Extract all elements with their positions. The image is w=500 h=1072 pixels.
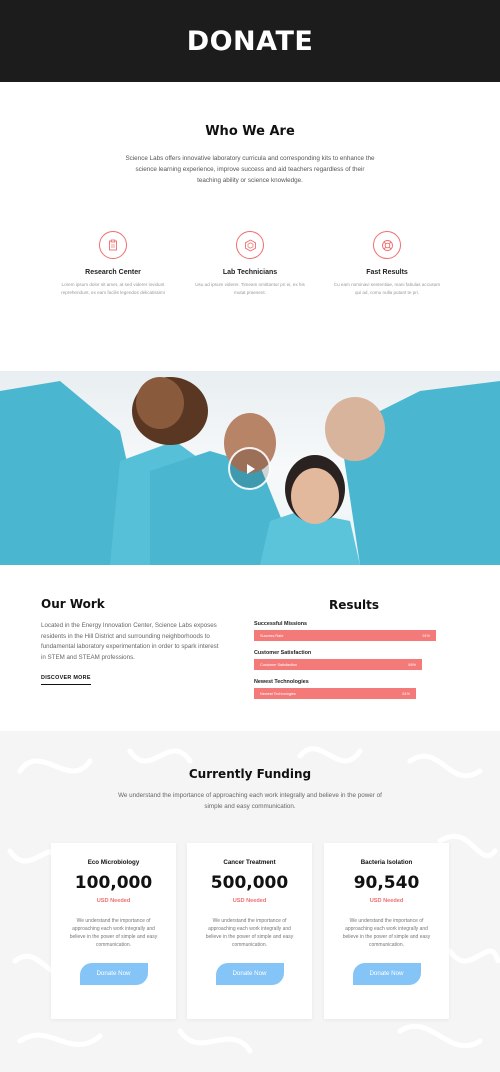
progress-bar-customer-satisfaction: Customer Satisfaction 84% <box>254 659 422 670</box>
currently-funding-heading: Currently Funding <box>188 767 312 781</box>
page-title: DONATE <box>186 25 314 57</box>
funding-card-bacteria-isolation: Bacteria Isolation 90,540 USD Needed We … <box>324 843 449 1019</box>
play-button[interactable] <box>228 447 271 490</box>
bar-label: Newest Technologies <box>254 679 309 685</box>
bar-inner-label: Success Rate <box>260 633 284 638</box>
who-we-are-heading: Who We Are <box>205 124 295 139</box>
progress-bar-newest-technologies: Newest Technologies 81% <box>254 688 416 699</box>
feature-text: Lorem ipsum dolor sit amet, at sed vider… <box>61 282 165 295</box>
clipboard-icon <box>99 231 127 259</box>
hexagon-icon <box>236 231 264 259</box>
bar-inner-label: Newest Technologies <box>260 691 296 696</box>
progress-bar-successful-missions: Success Rate 91% <box>254 630 436 641</box>
feature-title: Fast Results <box>366 269 408 276</box>
bar-label: Successful Missions <box>254 621 308 627</box>
card-text: We understand the importance of approach… <box>205 918 294 948</box>
bar-inner-label: Customer Satisfaction <box>260 662 298 667</box>
bar-label: Customer Satisfaction <box>254 650 312 656</box>
card-title: Cancer Treatment <box>223 859 276 866</box>
card-text: We understand the importance of approach… <box>69 918 158 948</box>
card-need: USD Needed <box>232 898 267 904</box>
bar-percent: 91% <box>422 633 430 638</box>
results-heading: Results <box>328 598 380 612</box>
feature-title: Lab Technicians <box>222 269 278 276</box>
bar-percent: 81% <box>402 691 410 696</box>
discover-more-link[interactable]: DISCOVER MORE <box>41 675 91 685</box>
card-amount: 500,000 <box>210 873 289 893</box>
feature-lab-technicians: Lab Technicians Usu ad ipsum viderer. Ti… <box>195 231 305 297</box>
donate-now-button[interactable]: Donate Now <box>215 963 284 985</box>
funding-card-cancer-treatment: Cancer Treatment 500,000 USD Needed We u… <box>187 843 312 1019</box>
funding-card-eco-microbiology: Eco Microbiology 100,000 USD Needed We u… <box>51 843 176 1019</box>
lifebuoy-icon <box>373 231 401 259</box>
feature-fast-results: Fast Results Cu eam nominavi sententiae,… <box>332 231 442 297</box>
card-amount: 100,000 <box>74 873 153 893</box>
play-icon <box>246 463 255 474</box>
our-work-heading: Our Work <box>41 597 105 611</box>
feature-text: Usu ad ipsum viderer. Timeam omittantur … <box>195 282 305 295</box>
our-work-text: Located in the Energy Innovation Center,… <box>41 622 219 661</box>
hero-banner: DONATE <box>0 0 500 82</box>
currently-funding-text: We understand the importance of approach… <box>118 792 382 810</box>
card-need: USD Needed <box>96 898 131 904</box>
card-need: USD Needed <box>369 898 404 904</box>
donate-now-button[interactable]: Donate Now <box>79 963 148 985</box>
feature-research-center: Research Center Lorem ipsum dolor sit am… <box>58 231 168 297</box>
feature-text: Cu eam nominavi sententiae, mani fabulas… <box>333 282 441 295</box>
card-text: We understand the importance of approach… <box>342 918 431 948</box>
card-title: Bacteria Isolation <box>360 859 413 866</box>
card-amount: 90,540 <box>353 873 420 893</box>
card-title: Eco Microbiology <box>87 859 140 866</box>
feature-title: Research Center <box>85 269 141 276</box>
who-we-are-text: Science Labs offers innovative laborator… <box>125 155 375 184</box>
donate-now-button[interactable]: Donate Now <box>352 963 421 985</box>
bar-percent: 84% <box>408 662 416 667</box>
